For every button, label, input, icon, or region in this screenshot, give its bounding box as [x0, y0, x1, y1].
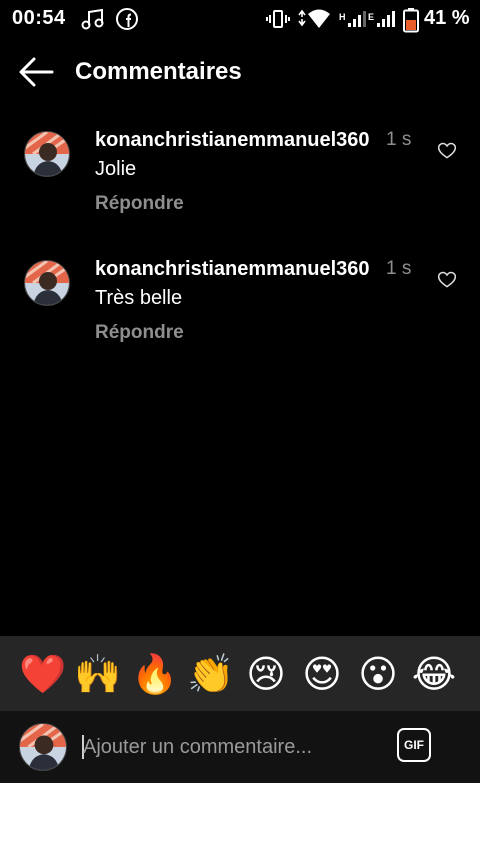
music-note-icon — [81, 8, 104, 30]
emoji-fire-button[interactable]: 🔥 — [131, 650, 179, 698]
arrow-left-icon[interactable] — [16, 54, 56, 90]
comment-text: Très belle — [95, 287, 183, 309]
vibrate-icon — [266, 10, 290, 28]
network-type-h: H — [339, 12, 346, 22]
heart-outline-icon[interactable] — [437, 270, 457, 290]
emoji-surprised-button[interactable]: 😮 — [354, 650, 402, 698]
signal-icon — [377, 11, 395, 27]
comments-screen: 00:54 H E 41 % Commentaires konanchristi… — [0, 0, 480, 783]
reply-button[interactable]: Répondre — [95, 322, 184, 344]
battery-percent: 41 % — [424, 7, 470, 29]
page-title: Commentaires — [75, 58, 242, 85]
reply-button[interactable]: Répondre — [95, 193, 184, 215]
emoji-crying-button[interactable]: 😢 — [242, 650, 290, 698]
emoji-quick-bar: ❤️ 🙌 🔥 👏 😢 😍 😮 😂 — [0, 636, 480, 710]
status-time: 00:54 — [12, 7, 66, 29]
status-bar: 00:54 H E 41 % — [0, 0, 480, 36]
comment-username[interactable]: konanchristianemmanuel360 — [95, 258, 370, 281]
network-type-e: E — [368, 12, 375, 22]
comment-input[interactable] — [83, 731, 383, 763]
avatar[interactable] — [24, 131, 70, 177]
comment-timestamp: 1 s — [386, 129, 412, 150]
header: Commentaires — [0, 44, 480, 100]
emoji-heart-button[interactable]: ❤️ — [19, 650, 67, 698]
gif-button[interactable]: GIF — [397, 728, 431, 762]
wifi-icon — [298, 9, 330, 28]
comment-item: konanchristianemmanuel360 1 s Jolie Répo… — [0, 129, 480, 239]
avatar[interactable] — [24, 260, 70, 306]
avatar — [19, 723, 67, 771]
comment-text: Jolie — [95, 158, 137, 180]
emoji-heart-eyes-button[interactable]: 😍 — [298, 650, 346, 698]
emoji-raising-hands-button[interactable]: 🙌 — [74, 650, 122, 698]
comment-item: konanchristianemmanuel360 1 s Très belle… — [0, 258, 480, 368]
comment-input-bar: GIF — [0, 710, 480, 783]
heart-outline-icon[interactable] — [437, 141, 457, 161]
emoji-clapping-button[interactable]: 👏 — [187, 650, 235, 698]
battery-icon — [403, 8, 419, 33]
comment-timestamp: 1 s — [386, 258, 412, 279]
facebook-icon — [116, 8, 138, 30]
emoji-laughing-button[interactable]: 😂 — [410, 650, 458, 698]
comment-username[interactable]: konanchristianemmanuel360 — [95, 129, 370, 152]
signal-icon — [348, 11, 366, 27]
